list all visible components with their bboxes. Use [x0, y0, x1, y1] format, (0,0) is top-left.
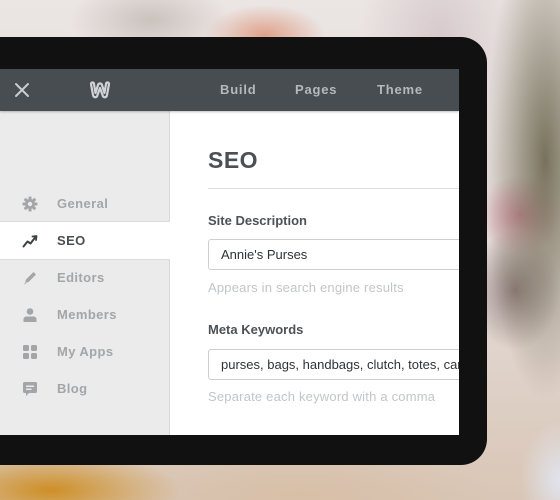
sidebar-item-members[interactable]: Members [0, 296, 169, 333]
pencil-icon [24, 272, 36, 285]
sidebar-item-editors[interactable]: Editors [0, 259, 169, 296]
meta-keywords-input[interactable] [208, 349, 459, 380]
site-description-input[interactable] [208, 239, 459, 270]
person-icon [23, 308, 37, 322]
meta-keywords-help: Separate each keyword with a comma [208, 389, 436, 404]
top-nav-bar: Build Pages Theme [0, 69, 459, 111]
nav-build[interactable]: Build [220, 82, 257, 97]
sidebar-item-seo[interactable]: SEO [0, 221, 170, 260]
site-description-label: Site Description [208, 213, 307, 228]
nav-pages[interactable]: Pages [295, 82, 337, 97]
weebly-logo[interactable] [88, 80, 112, 100]
sidebar-item-label: Members [57, 307, 117, 322]
site-description-help: Appears in search engine results [208, 280, 404, 295]
sidebar-item-blog[interactable]: Blog [0, 370, 169, 407]
sidebar-item-label: Editors [57, 270, 105, 285]
title-divider [208, 188, 459, 189]
sidebar-item-general[interactable]: General [0, 185, 169, 222]
meta-keywords-label: Meta Keywords [208, 322, 304, 337]
app-screen: Build Pages Theme General SEO Editors Me… [0, 69, 459, 435]
grid-icon [23, 345, 37, 359]
trend-line-icon [22, 235, 38, 248]
sidebar-item-my-apps[interactable]: My Apps [0, 333, 169, 370]
nav-theme[interactable]: Theme [377, 82, 423, 97]
sidebar-item-label: General [57, 196, 109, 211]
weebly-w-logo-icon [89, 81, 111, 99]
sidebar-item-label: Blog [57, 381, 88, 396]
page-title: SEO [208, 147, 259, 173]
speech-bubble-icon [23, 382, 37, 396]
close-icon [15, 83, 29, 97]
gear-icon [22, 196, 38, 212]
sidebar-item-label: SEO [57, 233, 86, 248]
settings-sidebar: General SEO Editors Members My Apps Blog [0, 111, 170, 435]
sidebar-item-label: My Apps [57, 344, 114, 359]
close-button[interactable] [13, 81, 31, 99]
